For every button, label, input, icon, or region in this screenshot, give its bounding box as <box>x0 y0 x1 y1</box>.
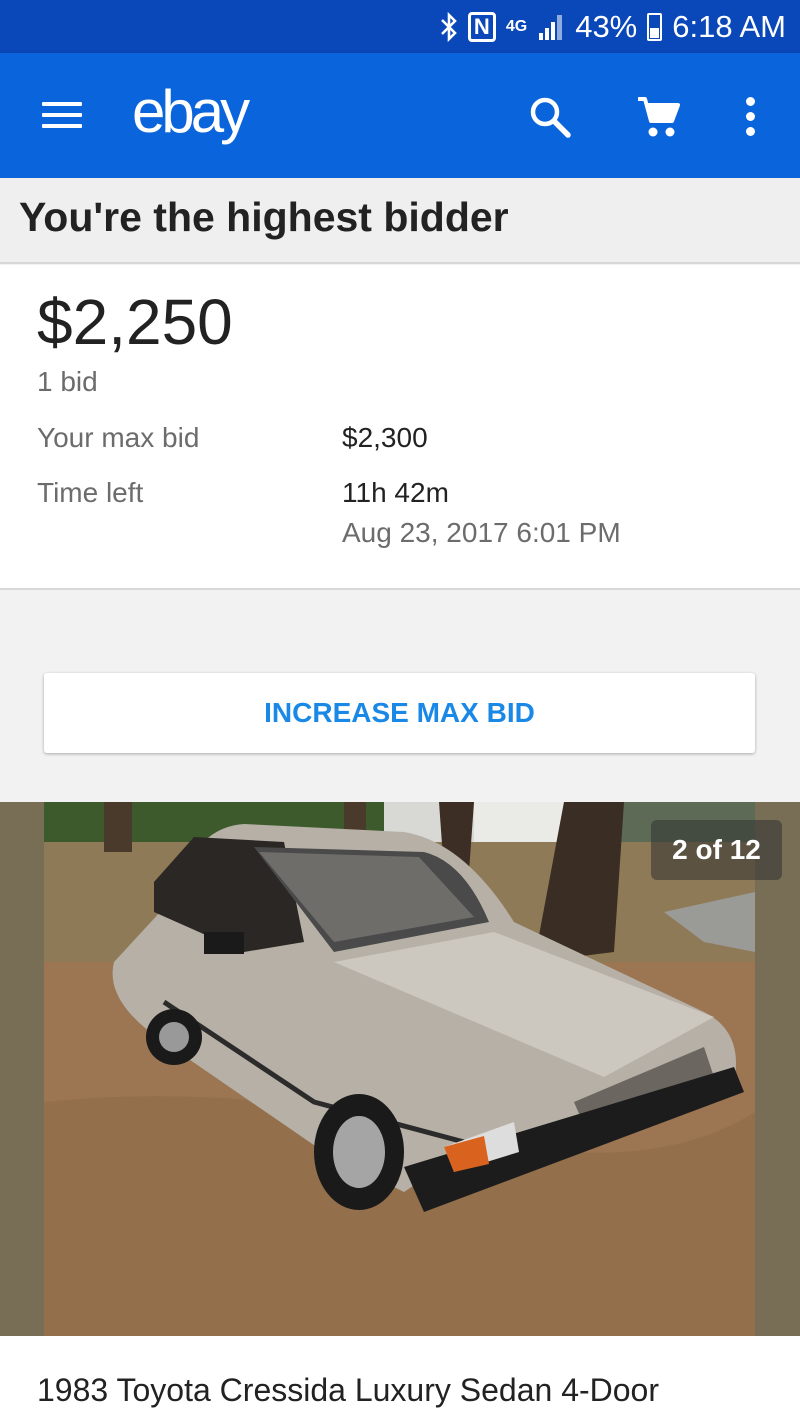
listing-photo[interactable] <box>44 802 755 1336</box>
clock: 6:18 AM <box>672 9 786 44</box>
max-bid-label: Your max bid <box>37 422 200 453</box>
more-options-icon[interactable] <box>738 97 762 137</box>
app-bar: ebay <box>0 53 800 178</box>
battery-percent: 43% <box>575 9 638 44</box>
time-left-value: 11h 42m <box>342 477 449 508</box>
increase-max-bid-button[interactable]: INCREASE MAX BID <box>44 673 755 753</box>
highest-bidder-heading: You're the highest bidder <box>19 194 509 240</box>
cart-icon[interactable] <box>636 95 682 139</box>
photo-gallery[interactable] <box>0 802 800 1336</box>
status-icons: N 4G 43% 6:18 AM <box>440 8 786 46</box>
photo-counter: 2 of 12 <box>651 820 782 880</box>
bid-count[interactable]: 1 bid <box>37 366 98 398</box>
time-left-label: Time left <box>37 477 144 508</box>
menu-icon[interactable] <box>42 100 82 130</box>
bluetooth-icon <box>440 12 458 42</box>
listing-title-section: 1983 Toyota Cressida Luxury Sedan 4-Door <box>0 1336 800 1422</box>
search-icon[interactable] <box>528 95 572 139</box>
network-4g-icon: 4G <box>505 18 528 35</box>
ebay-logo[interactable]: ebay <box>132 77 250 146</box>
max-bid-value: $2,300 <box>342 422 428 453</box>
battery-charging-icon <box>647 13 663 41</box>
bid-status-header: You're the highest bidder <box>0 178 800 264</box>
current-price: $2,250 <box>37 286 233 358</box>
status-bar: N 4G 43% 6:18 AM <box>0 0 800 53</box>
bid-details-card: $2,250 1 bid Your max bid $2,300 Time le… <box>0 265 800 590</box>
end-date: Aug 23, 2017 6:01 PM <box>342 517 621 548</box>
listing-title: 1983 Toyota Cressida Luxury Sedan 4-Door <box>37 1372 659 1408</box>
signal-icon <box>537 13 565 41</box>
nfc-icon: N <box>467 12 496 42</box>
